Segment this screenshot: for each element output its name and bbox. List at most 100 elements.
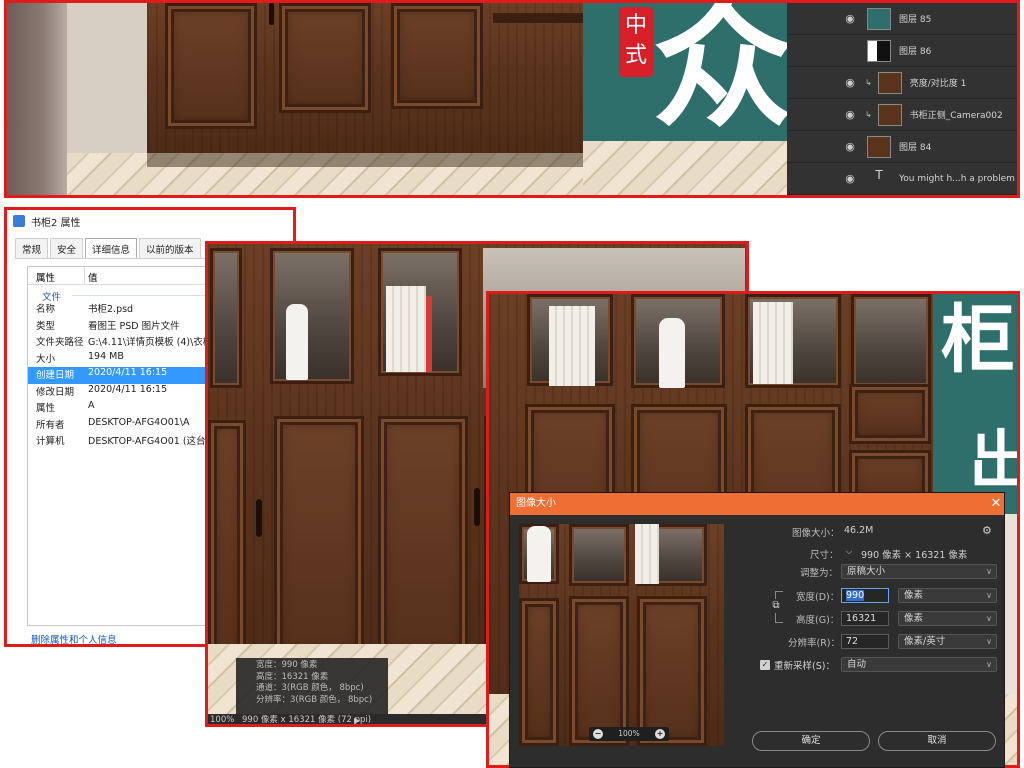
- property-key: 所有者: [36, 419, 65, 431]
- info-channels: 通道：3(RGB 颜色， 8bpc): [256, 683, 364, 693]
- resolution-unit: 像素/英寸: [904, 636, 946, 647]
- property-key: 创建日期: [36, 370, 75, 381]
- cabinet-panel: [391, 3, 483, 109]
- book-stack: [386, 286, 426, 372]
- header-property[interactable]: 属性: [36, 270, 55, 284]
- header-divider: [84, 267, 85, 285]
- height-unit: 像素: [904, 613, 924, 624]
- property-key: 大小: [36, 353, 56, 365]
- property-key: 属性: [36, 403, 56, 414]
- eye-hidden-icon[interactable]: ◉: [839, 44, 861, 57]
- eye-icon[interactable]: ◉: [839, 172, 861, 185]
- title-char-1: 柜: [941, 297, 1015, 383]
- eye-icon[interactable]: ◉: [839, 140, 861, 153]
- red-book: [426, 296, 432, 372]
- layer-name: You might h...h a problem: [899, 173, 1015, 184]
- status-doc-size[interactable]: 990 像素 x 16321 像素 (72 ppi): [242, 714, 371, 724]
- cabinet-panel: [569, 596, 629, 746]
- header-value[interactable]: 值: [88, 270, 98, 284]
- dialog-titlebar[interactable]: 图像大小: [510, 493, 1004, 515]
- height-unit-select[interactable]: 像素 ∨: [898, 611, 997, 626]
- width-unit: 像素: [904, 590, 924, 601]
- tab-security[interactable]: 安全: [50, 238, 84, 258]
- layers-panel: ◉ 图层 85 ◉ 图层 86 ◉ ↳ 亮度/对比度 1 ◉ ↳ 书柜正侧_Camera002 ◉ 图…: [787, 3, 1017, 195]
- resample-select[interactable]: 自动 ∨: [841, 657, 997, 672]
- red-seal-label: 中式: [619, 7, 653, 77]
- layer-row[interactable]: ◉ ↳ 书柜正侧_Camera002: [787, 99, 1017, 131]
- eye-icon[interactable]: ◉: [839, 108, 861, 121]
- resample-checkbox[interactable]: ✓: [760, 660, 770, 670]
- cabinet-panel: [165, 3, 257, 129]
- info-width: 宽度：990 像素: [256, 660, 318, 670]
- close-icon[interactable]: ✕: [986, 493, 1004, 515]
- chevron-down-icon[interactable]: ⌵: [846, 547, 852, 557]
- status-zoom: 100%: [210, 715, 235, 725]
- chevron-down-icon: ∨: [986, 614, 992, 623]
- layer-row[interactable]: ◉ 图层 84: [787, 131, 1017, 163]
- cabinet-panel: [208, 420, 246, 670]
- resample-value: 自动: [847, 659, 867, 670]
- book-stack: [635, 524, 659, 584]
- title-char-2: 出: [969, 422, 1017, 502]
- property-key: 名称: [36, 304, 56, 315]
- dialog-preview[interactable]: − 100% +: [519, 524, 724, 746]
- dimensions-value: 990 像素 × 16321 像素: [861, 550, 968, 561]
- resolution-input[interactable]: 72: [841, 634, 889, 649]
- cabinet-panel: [378, 416, 468, 656]
- cabinet-handle: [474, 488, 480, 526]
- height-value: 16321: [846, 613, 877, 624]
- file-icon: [13, 215, 25, 227]
- floor-right: [583, 141, 787, 195]
- layer-name: 书柜正侧_Camera002: [909, 111, 1003, 121]
- white-bottle: [659, 318, 685, 388]
- remove-properties-link[interactable]: 删除属性和个人信息: [31, 632, 117, 644]
- glass-door: [851, 294, 931, 388]
- chevron-down-icon: ∨: [986, 591, 992, 600]
- properties-title: 书柜2 属性: [31, 217, 81, 229]
- glass-door: [569, 524, 629, 586]
- layer-thumbnail: [867, 39, 891, 62]
- eye-icon[interactable]: ◉: [839, 76, 861, 89]
- book-stack: [753, 302, 793, 384]
- clipping-icon: ↳: [865, 110, 872, 119]
- tab-details[interactable]: 详细信息: [85, 238, 138, 258]
- image-info-tooltip: 宽度：990 像素 高度：16321 像素 通道：3(RGB 颜色， 8bpc)…: [236, 658, 388, 714]
- layer-name: 图层 86: [899, 47, 932, 57]
- layer-thumbnail: [867, 7, 891, 30]
- tab-previous-versions[interactable]: 以前的版本: [139, 238, 201, 258]
- fit-to-select[interactable]: 原稿大小 ∨: [841, 564, 997, 579]
- big-title-char: 众: [653, 3, 787, 147]
- width-unit-select[interactable]: 像素 ∨: [898, 588, 997, 603]
- ok-button[interactable]: 确定: [752, 731, 870, 751]
- text-layer-icon: T: [875, 167, 883, 182]
- image-size-label: 图像大小：: [792, 528, 840, 539]
- height-label: 高度(G)：: [796, 615, 840, 626]
- layer-row[interactable]: ◉ 图层 86: [787, 35, 1017, 67]
- book-stack: [549, 306, 595, 386]
- cabinet-panel: [637, 596, 707, 746]
- layer-row[interactable]: ◉ T You might h...h a problem: [787, 163, 1017, 195]
- cancel-button[interactable]: 取消: [878, 731, 996, 751]
- height-input[interactable]: 16321: [841, 611, 889, 626]
- zoom-in-icon[interactable]: +: [655, 729, 665, 739]
- property-value: A: [88, 400, 95, 411]
- white-bottle: [527, 526, 551, 582]
- resolution-unit-select[interactable]: 像素/英寸 ∨: [898, 634, 997, 649]
- layer-row[interactable]: ◉ 图层 85: [787, 3, 1017, 35]
- width-input[interactable]: 990: [841, 588, 889, 603]
- cabinet-panel: [279, 3, 371, 113]
- layer-thumbnail: [877, 71, 902, 94]
- teal-title-card: 中式 众: [583, 3, 787, 145]
- layer-name: 亮度/对比度 1: [909, 79, 967, 89]
- link-icon[interactable]: ⧉: [770, 599, 782, 613]
- fit-to-label: 调整为：: [800, 568, 839, 579]
- layer-row[interactable]: ◉ ↳ 亮度/对比度 1: [787, 67, 1017, 99]
- gear-icon[interactable]: ⚙: [982, 524, 992, 537]
- zoom-out-icon[interactable]: −: [593, 729, 603, 739]
- layer-thumbnail: [867, 135, 891, 158]
- tab-general[interactable]: 常规: [15, 238, 49, 258]
- eye-icon[interactable]: ◉: [839, 12, 861, 25]
- width-value: 990: [846, 590, 865, 601]
- properties-titlebar[interactable]: 书柜2 属性: [7, 210, 293, 232]
- status-arrow-icon[interactable]: ▶: [354, 714, 360, 724]
